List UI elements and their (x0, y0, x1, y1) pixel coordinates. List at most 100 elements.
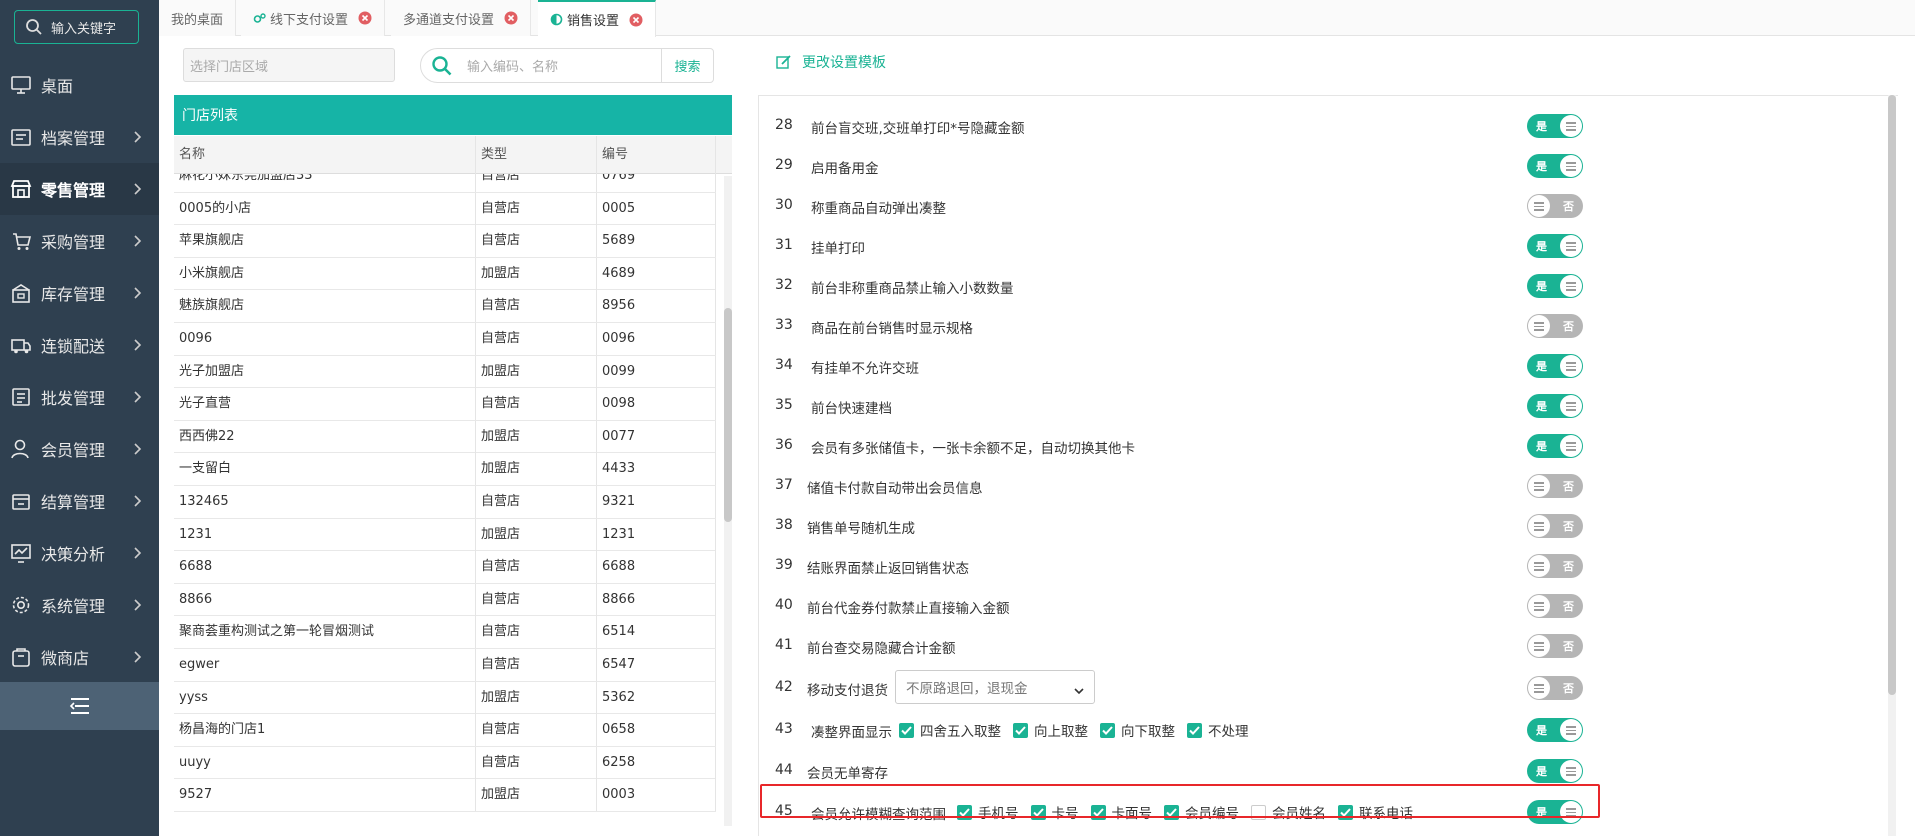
setting-toggle[interactable]: 是 (1527, 234, 1583, 258)
setting-toggle[interactable]: 是 (1527, 718, 1583, 742)
tab-3[interactable]: 销售设置 (538, 0, 657, 37)
change-template-link[interactable]: 更改设置模板 (776, 52, 886, 72)
setting-toggle[interactable]: 否 (1527, 194, 1583, 218)
setting-toggle[interactable]: 否 (1527, 676, 1583, 700)
checkbox-checked[interactable] (1090, 804, 1106, 820)
table-row[interactable]: 132465 自营店 9321 (174, 486, 716, 519)
store-region-select[interactable]: 选择门店区域 (183, 48, 395, 82)
store-name: 0096 (174, 323, 476, 355)
setting-toggle[interactable]: 否 (1527, 554, 1583, 578)
store-table-scrollbar[interactable] (724, 176, 732, 826)
table-row[interactable]: 6688 自营店 6688 (174, 551, 716, 584)
sidebar-item-settlement[interactable]: 结算管理 (0, 475, 159, 527)
refund-method-select[interactable]: 不原路退回，退现金 (895, 670, 1095, 704)
setting-toggle[interactable]: 否 (1527, 594, 1583, 618)
table-row[interactable]: 聚商荟重构测试之第一轮冒烟测试 自营店 6514 (174, 616, 716, 649)
store-type: 自营店 (476, 388, 597, 421)
setting-toggle[interactable]: 是 (1527, 800, 1583, 824)
option-0[interactable]: 四舍五入取整 (899, 720, 1001, 740)
setting-toggle[interactable]: 是 (1527, 354, 1583, 378)
sidebar-item-gear[interactable]: 系统管理 (0, 579, 159, 631)
checkbox-checked[interactable] (899, 722, 914, 738)
checkbox-checked[interactable] (957, 804, 972, 820)
table-row[interactable]: 一支留白 加盟店 4433 (174, 453, 716, 486)
table-row[interactable]: 0005的小店 自营店 0005 (174, 192, 716, 226)
store-search-button[interactable]: 搜索 (661, 49, 713, 82)
sidebar-search[interactable]: 输入关键字 (14, 10, 139, 44)
table-row[interactable]: 光子加盟店 加盟店 0099 (174, 355, 716, 389)
table-row[interactable]: 杨昌海的门店1 自营店 0658 (174, 714, 716, 747)
table-row[interactable]: uuyy 自营店 6258 (174, 746, 716, 780)
option-2[interactable]: 卡面号 (1090, 802, 1152, 822)
checkbox-checked[interactable] (1187, 722, 1202, 738)
setting-toggle[interactable]: 是 (1527, 154, 1583, 178)
setting-row-44: 44 会员无单寄存 是 (759, 751, 1899, 791)
store-type: 自营店 (476, 551, 597, 584)
sidebar-item-member[interactable]: 会员管理 (0, 423, 159, 475)
store-search-input[interactable]: 输入编码、名称 (467, 56, 661, 75)
setting-toggle[interactable]: 否 (1527, 474, 1583, 498)
close-icon[interactable] (358, 11, 372, 25)
option-group: 手机号 卡号 卡面号 会员编号 会员姓名 联系电话 (957, 802, 1425, 822)
sidebar-collapse-button[interactable] (0, 682, 159, 730)
sidebar-search-placeholder: 输入关键字 (51, 21, 117, 37)
checkbox-checked[interactable] (1100, 722, 1115, 738)
column-header[interactable]: 名称 (174, 136, 476, 174)
table-row[interactable]: 0096 自营店 0096 (174, 323, 716, 356)
checkbox-unchecked[interactable] (1251, 804, 1266, 820)
checkbox-checked[interactable] (1013, 722, 1028, 738)
setting-toggle[interactable]: 是 (1527, 274, 1583, 298)
tab-0[interactable]: 我的桌面 (159, 0, 237, 36)
sidebar-item-monitor[interactable]: 桌面 (0, 59, 159, 111)
sidebar-item-wholesale[interactable]: 批发管理 (0, 371, 159, 423)
setting-toggle[interactable]: 是 (1527, 434, 1583, 458)
settings-scrollbar[interactable] (1888, 95, 1896, 836)
sidebar-item-purchase[interactable]: 采购管理 (0, 215, 159, 267)
option-1[interactable]: 向上取整 (1013, 720, 1088, 740)
checkbox-checked[interactable] (1030, 804, 1046, 820)
setting-toggle[interactable]: 是 (1527, 394, 1583, 418)
table-row[interactable]: egwer 自营店 6547 (174, 649, 716, 682)
sidebar-item-shop[interactable]: 微商店 (0, 631, 159, 683)
tab-2[interactable]: 多通道支付设置 (391, 0, 532, 36)
setting-toggle[interactable]: 否 (1527, 314, 1583, 338)
option-3[interactable]: 会员编号 (1164, 802, 1239, 822)
option-4[interactable]: 会员姓名 (1251, 802, 1326, 822)
setting-toggle[interactable]: 否 (1527, 514, 1583, 538)
scrollbar-thumb[interactable] (1888, 95, 1896, 695)
table-row[interactable]: 小米旗舰店 加盟店 4689 (174, 257, 716, 291)
sidebar-item-archive[interactable]: 档案管理 (0, 111, 159, 163)
close-icon[interactable] (504, 11, 518, 25)
column-header[interactable]: 编号 (597, 136, 716, 174)
sidebar-item-store[interactable]: 零售管理 (0, 163, 159, 215)
tab-1[interactable]: 线下支付设置 (241, 0, 386, 36)
table-row[interactable]: 魅族旗舰店 自营店 8956 (174, 290, 716, 323)
table-row[interactable]: 8866 自营店 8866 (174, 583, 716, 617)
setting-toggle[interactable]: 是 (1527, 759, 1583, 783)
close-icon[interactable] (629, 13, 643, 27)
setting-label: 结账界面禁止返回销售状态 (807, 561, 969, 577)
option-2[interactable]: 向下取整 (1100, 720, 1175, 740)
checkbox-checked[interactable] (1338, 804, 1353, 820)
option-3[interactable]: 不处理 (1187, 720, 1249, 740)
option-1[interactable]: 卡号 (1030, 802, 1079, 822)
scrollbar-thumb[interactable] (724, 308, 732, 522)
sidebar-item-inventory[interactable]: 库存管理 (0, 267, 159, 319)
option-5[interactable]: 联系电话 (1338, 802, 1413, 822)
table-row[interactable]: 西西佛22 加盟店 0077 (174, 420, 716, 454)
tab-label: 销售设置 (567, 14, 620, 29)
settings-panel: 28 前台盲交班,交班单打印*号隐藏金额是 29 启用备用金是 30 称重商品自动弹出凑整… (758, 95, 1898, 836)
table-row[interactable]: 1231 加盟店 1231 (174, 518, 716, 552)
table-row[interactable]: 苹果旗舰店 自营店 5689 (174, 225, 716, 258)
sidebar-item-analytics[interactable]: 决策分析 (0, 527, 159, 579)
table-row[interactable]: 9527 加盟店 0003 (174, 779, 716, 812)
chevron-right-icon (133, 337, 143, 353)
table-row[interactable]: 光子直营 自营店 0098 (174, 388, 716, 421)
column-header[interactable]: 类型 (476, 136, 597, 174)
setting-toggle[interactable]: 是 (1527, 114, 1583, 138)
option-0[interactable]: 手机号 (957, 802, 1019, 822)
sidebar-item-delivery[interactable]: 连锁配送 (0, 319, 159, 371)
table-row[interactable]: yyss 加盟店 5362 (174, 681, 716, 715)
checkbox-checked[interactable] (1164, 804, 1179, 820)
setting-toggle[interactable]: 否 (1527, 634, 1583, 658)
